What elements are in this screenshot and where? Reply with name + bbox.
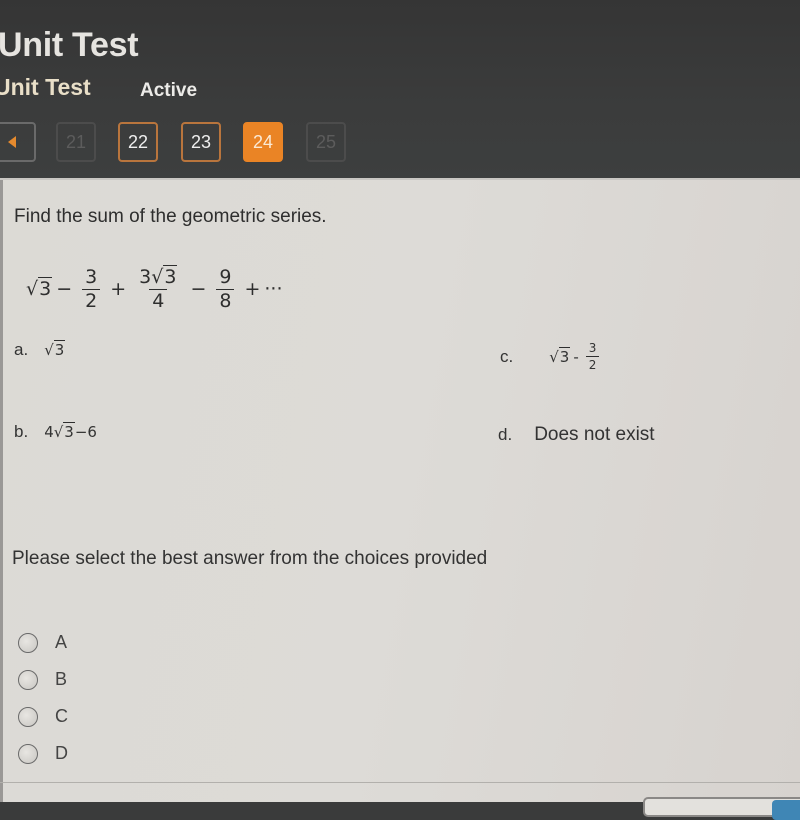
option-b-math: 4√3−6 — [44, 422, 97, 441]
option-d: d. Does not exist — [498, 424, 655, 446]
answer-instruction: Please select the best answer from the c… — [12, 548, 488, 569]
choice-a[interactable]: A — [18, 624, 68, 661]
option-b: b. 4√3−6 — [14, 422, 97, 442]
question-prompt: Find the sum of the geometric series. — [14, 206, 327, 227]
option-d-text: Does not exist — [534, 424, 655, 445]
operator: + — [110, 278, 127, 300]
page-24-button[interactable]: 24 — [243, 122, 283, 162]
option-c-math: √3 - 3 2 — [549, 342, 603, 371]
choice-label: B — [55, 669, 68, 689]
previous-button[interactable] — [0, 122, 36, 162]
choice-label: D — [55, 743, 68, 763]
page-25-button[interactable]: 25 — [306, 122, 346, 162]
choice-d[interactable]: D — [18, 735, 68, 772]
option-a-math: √3 — [44, 340, 66, 359]
radio-button[interactable] — [18, 706, 38, 727]
term-2: 3 2 — [82, 267, 101, 311]
header-bar: Unit Test Unit Test Active 21 22 23 24 2… — [0, 0, 800, 180]
option-letter: b. — [14, 422, 29, 441]
choice-b[interactable]: B — [18, 661, 68, 698]
option-letter: d. — [498, 425, 513, 444]
radio-button[interactable] — [18, 669, 38, 690]
operator: − — [190, 278, 207, 300]
footer-divider — [0, 782, 800, 783]
assessment-title: Unit Test — [0, 74, 91, 100]
term-1: √3 — [26, 277, 53, 300]
page-23-button[interactable]: 23 — [181, 122, 221, 162]
term-4: 9 8 — [216, 267, 235, 311]
footer-primary-button[interactable] — [772, 800, 800, 820]
radio-button[interactable] — [18, 632, 38, 653]
ellipsis: ··· — [264, 278, 283, 300]
term-3: 3√3 4 — [139, 264, 178, 312]
operator: + — [244, 278, 261, 300]
option-a: a. √3 — [14, 340, 66, 360]
choice-label: C — [55, 706, 68, 726]
option-c: c. √3 - 3 2 — [500, 342, 603, 371]
status-label: Active — [140, 80, 198, 101]
app-title: Unit Test — [0, 26, 139, 64]
operator: − — [56, 278, 73, 300]
answer-choices: A B C D — [18, 624, 68, 772]
geometric-series-expression: √3 − 3 2 + 3√3 4 − 9 8 + ··· — [26, 254, 283, 324]
choice-c[interactable]: C — [18, 698, 68, 735]
page-22-button[interactable]: 22 — [118, 122, 158, 162]
radio-button[interactable] — [18, 743, 38, 764]
choice-label: A — [55, 632, 68, 652]
option-letter: a. — [14, 340, 29, 359]
triangle-left-icon — [8, 136, 16, 148]
option-letter: c. — [500, 346, 514, 366]
page-21-button[interactable]: 21 — [56, 122, 96, 162]
question-panel: Find the sum of the geometric series. √3… — [0, 178, 800, 820]
